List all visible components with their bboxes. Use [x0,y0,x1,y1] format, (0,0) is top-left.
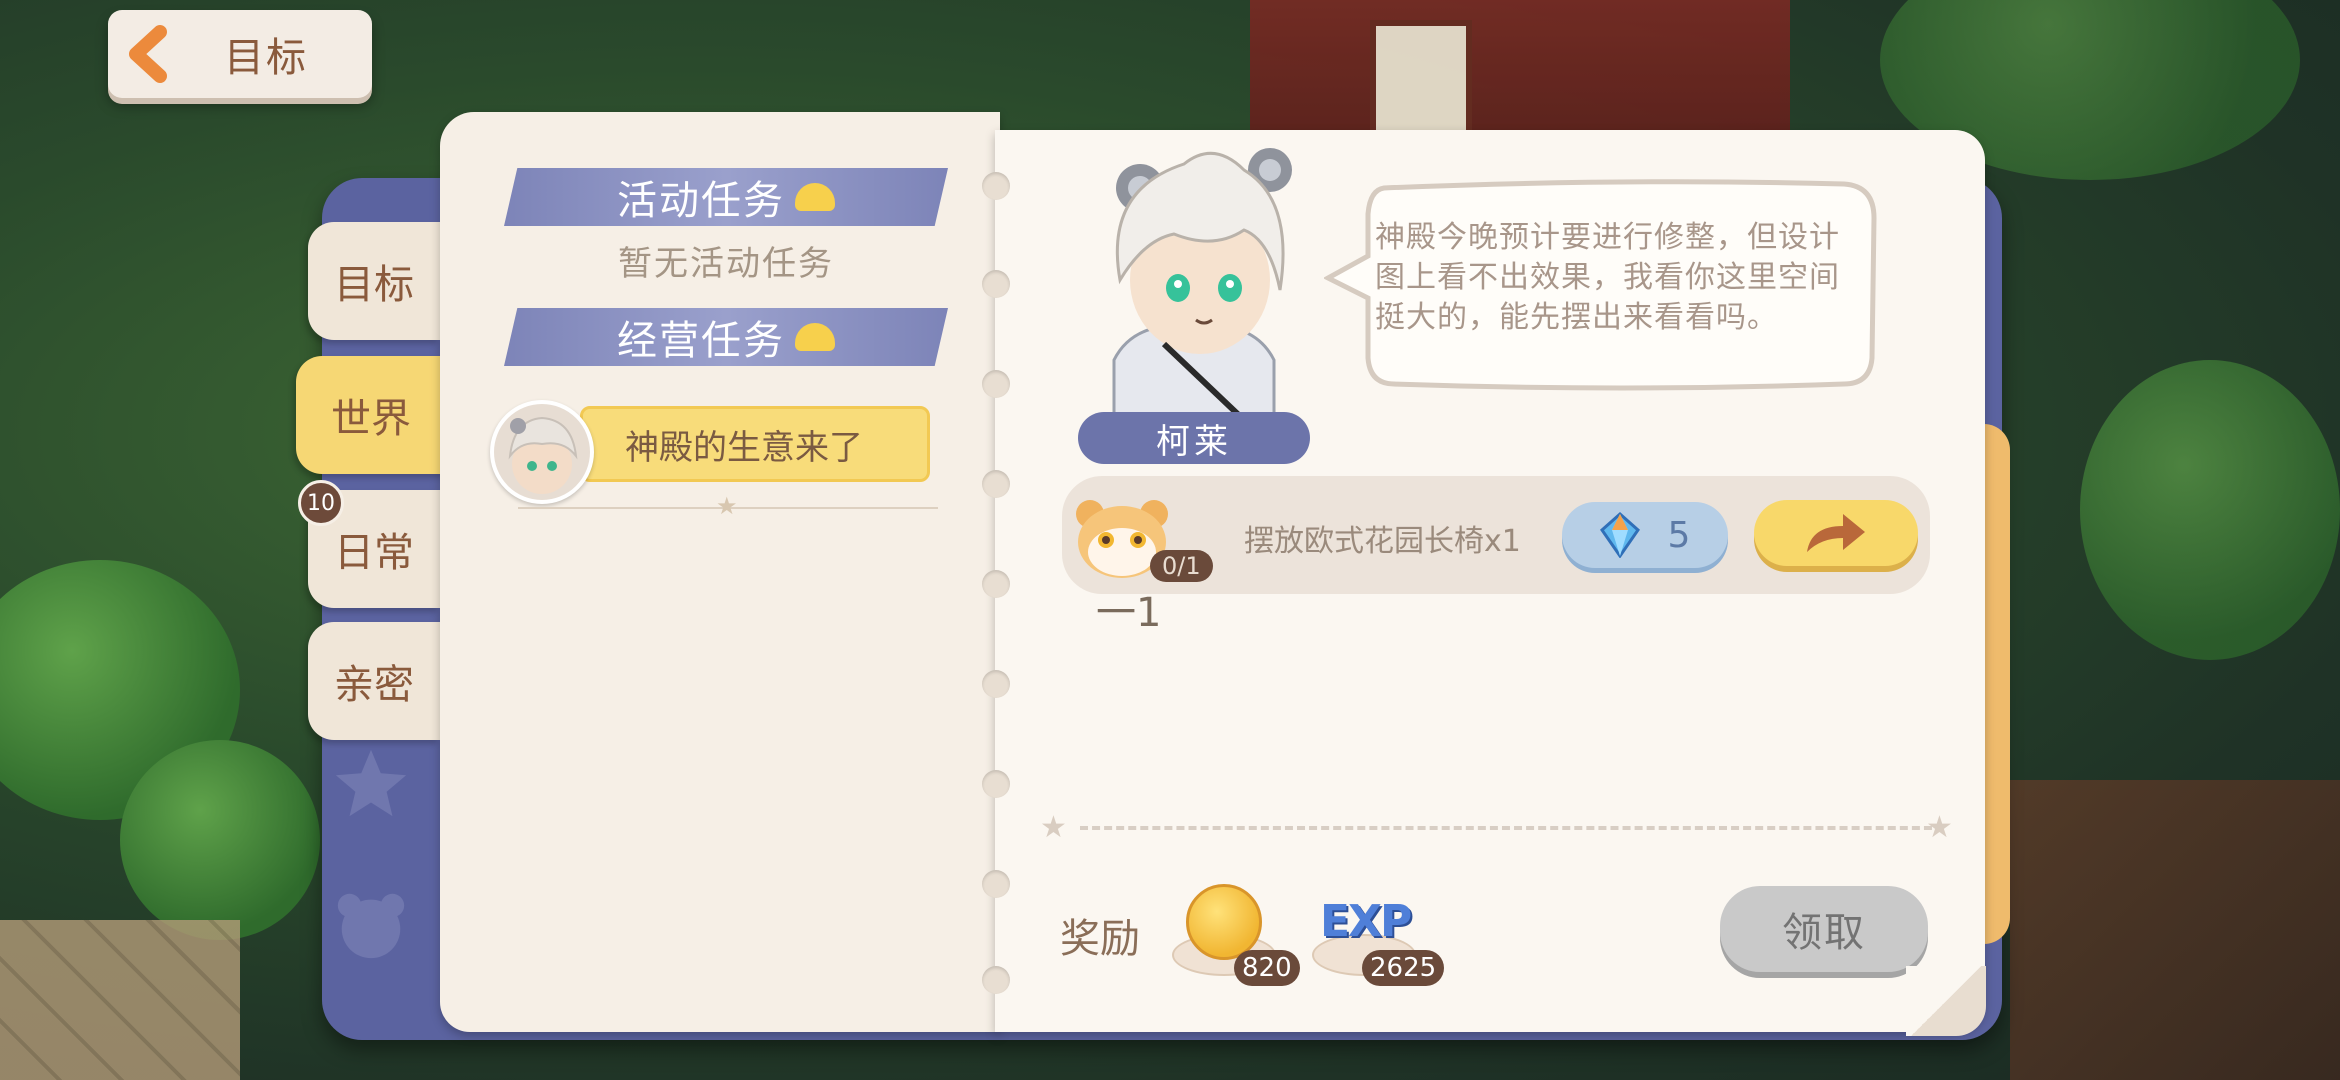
gem-cost: 5 [1667,514,1691,556]
tab-world[interactable]: 世界 [296,356,446,474]
background-path [0,920,240,1080]
tab-intimacy-label: 亲密 [334,662,414,708]
exp-reward-amount: 2625 [1362,950,1445,986]
character-name-plate: 柯莱 [1078,412,1310,464]
spine-hole [982,370,1010,398]
spine-hole [982,570,1010,598]
spine-hole [982,172,1010,200]
spine-hole [982,470,1010,498]
page-curl [1906,966,1986,1036]
background-tree [2080,360,2340,660]
activity-task-banner: 活动任务 [504,168,948,226]
background-garden [2010,780,2340,1080]
tab-goal-label: 目标 [334,262,414,308]
tab-intimacy[interactable]: 亲密 [308,622,440,740]
reward-label: 奖励 [1060,916,1140,962]
coin-reward-icon [1186,884,1262,960]
back-label: 目标 [224,35,308,81]
spine-hole [982,966,1010,994]
back-arrow-icon [120,22,184,86]
star-icon: ★ [716,492,738,520]
spine-hole [982,270,1010,298]
activity-task-title: 活动任务 [617,178,785,224]
spine-hole [982,870,1010,898]
business-task-banner: 经营任务 [504,308,948,366]
tab-goal[interactable]: 目标 [308,222,440,340]
tab-daily-badge: 10 [298,480,344,526]
speech-text: 神殿今晚预计要进行修整，但设计图上看不出效果，我看你这里空间挺大的，能先摆出来看… [1375,220,1840,335]
spine-hole [982,670,1010,698]
tab-world-label: 世界 [331,396,411,442]
go-arrow-icon [1807,514,1865,552]
task-sub-count: 一1 [1096,590,1162,636]
claim-button-label: 领取 [1782,910,1866,956]
coin-icon [795,183,835,211]
tab-daily-label: 日常 [334,530,414,576]
coin-icon [795,323,835,351]
back-button[interactable]: 目标 [108,10,372,98]
gem-skip-button[interactable]: 5 [1562,502,1728,568]
task-description: 摆放欧式花园长椅x1 [1244,524,1521,559]
star-icon: ★ [1926,810,1953,845]
character-avatar [490,400,594,504]
dashed-divider [1080,826,1944,830]
background-tree [120,740,320,940]
task-progress: 0/1 [1150,550,1213,582]
gem-icon [1599,512,1640,558]
activity-empty-text: 暂无活动任务 [618,244,834,284]
quest-item[interactable]: 神殿的生意来了 [580,406,930,482]
star-icon: ★ [1040,810,1067,845]
character-portrait [1074,130,1314,423]
bear-face-icon [337,893,405,959]
character-name: 柯莱 [1156,421,1232,462]
spine-hole [982,770,1010,798]
exp-icon: EXP [1320,896,1412,947]
business-task-title: 经营任务 [617,318,785,364]
go-button[interactable] [1754,500,1918,566]
star-icon [335,749,407,817]
coin-reward-amount: 820 [1234,950,1300,986]
quest-item-label: 神殿的生意来了 [625,427,863,468]
claim-button[interactable]: 领取 [1720,886,1928,972]
